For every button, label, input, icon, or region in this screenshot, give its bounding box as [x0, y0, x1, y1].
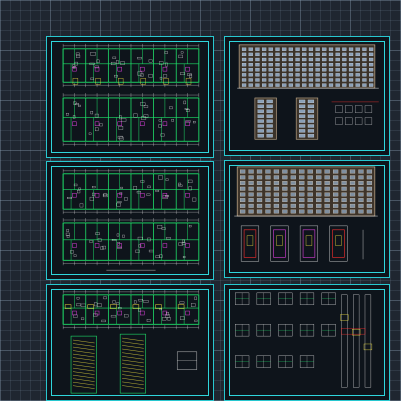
drawing-sheet-floor-plan-2[interactable]	[46, 161, 214, 280]
details-drawing	[235, 292, 373, 388]
floor-plan-drawing	[62, 168, 200, 271]
drawing-sheet-details[interactable]	[224, 284, 390, 401]
plan-stairs-drawing	[62, 289, 200, 394]
elevation-drawing	[237, 44, 379, 140]
drawing-sheet-floor-plan-1[interactable]	[46, 36, 214, 158]
drawing-sheet-plan-stairs[interactable]	[46, 284, 214, 401]
floor-plan-drawing	[62, 43, 200, 147]
facade-drawing	[234, 166, 378, 262]
drawing-sheet-elevation[interactable]	[224, 36, 390, 156]
drawing-sheet-facade-details[interactable]	[224, 160, 390, 278]
